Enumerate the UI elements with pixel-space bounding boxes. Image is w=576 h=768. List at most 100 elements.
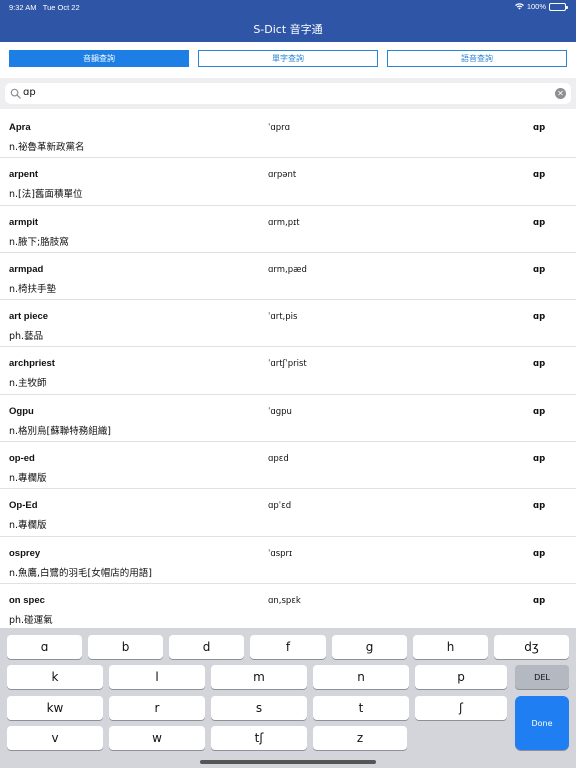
entry-word: Op-Ed: [9, 500, 38, 512]
key-m[interactable]: m: [211, 665, 307, 689]
entry-ipa: ɑrm,pæd: [268, 264, 307, 275]
battery-icon: [549, 2, 568, 11]
key-sh[interactable]: ʃ: [415, 696, 507, 720]
entry-match: ɑp: [533, 406, 546, 417]
key-d[interactable]: d: [169, 635, 244, 659]
home-indicator[interactable]: [200, 760, 376, 764]
delete-button[interactable]: DEL: [515, 665, 569, 689]
search-mode-tabs: 音韻查詢 單字查詢 語音查詢: [9, 50, 567, 67]
status-time-date: 9:32 AM Tue Oct 22: [9, 3, 80, 12]
entry-word: op-ed: [9, 453, 35, 465]
entry-word: armpit: [9, 216, 39, 228]
entry-ipa: ˈɑsprɪ: [268, 548, 293, 559]
app-header: 9:32 AM Tue Oct 22 100% S-Dict 音字通: [0, 0, 576, 42]
list-item[interactable]: art piece ˈɑrt,pis ɑp ph.藝品: [0, 300, 576, 348]
key-kw[interactable]: kw: [7, 696, 103, 720]
key-v[interactable]: v: [7, 726, 103, 750]
list-item[interactable]: on spec ɑn,spɛk ɑp ph.碰運氣: [0, 584, 576, 632]
entry-word: arpent: [9, 169, 39, 181]
entry-ipa: ɑpɛd: [268, 454, 289, 465]
entry-ipa: ɑrpənt: [268, 170, 297, 181]
entry-match: ɑp: [533, 170, 546, 181]
key-w[interactable]: w: [109, 726, 205, 750]
key-l[interactable]: l: [109, 665, 205, 689]
status-time: 9:32 AM: [9, 3, 37, 12]
entry-match: ɑp: [533, 359, 546, 370]
key-s[interactable]: s: [211, 696, 307, 720]
entry-match: ɑp: [533, 217, 546, 228]
entry-match: ɑp: [533, 454, 546, 465]
tab-word-search[interactable]: 單字查詢: [198, 50, 378, 67]
entry-word: Ogpu: [9, 405, 34, 417]
entry-word: archpriest: [9, 358, 55, 370]
entry-ipa: ˈɑrt,pis: [268, 312, 298, 323]
status-bar: 9:32 AM Tue Oct 22 100%: [0, 0, 576, 14]
list-item[interactable]: Apra ˈɑprɑ ɑp n.祕魯革新政黨名: [0, 111, 576, 159]
key-tsh[interactable]: tʃ: [211, 726, 307, 750]
key-g[interactable]: g: [332, 635, 407, 659]
key-z[interactable]: z: [313, 726, 407, 750]
entry-ipa: ɑpˈɛd: [268, 501, 292, 512]
phonetic-keyboard: ɑ b d f g h dʒ k l m n p DEL kw r s t ʃ …: [0, 628, 576, 768]
key-b[interactable]: b: [88, 635, 163, 659]
key-dzh[interactable]: dʒ: [494, 635, 569, 659]
entry-definition: n.椅扶手墊: [9, 283, 57, 295]
clear-search-icon[interactable]: ✕: [555, 88, 566, 99]
entry-ipa: ˈɑgpu: [268, 406, 292, 417]
entry-definition: n.格別烏[蘇聯特務組織]: [9, 425, 111, 437]
entry-match: ɑp: [533, 123, 546, 133]
entry-ipa: ˈɑprɑ: [268, 123, 291, 133]
key-r[interactable]: r: [109, 696, 205, 720]
entry-ipa: ɑrm,pɪt: [268, 217, 300, 228]
entry-definition: ph.碰運氣: [9, 614, 53, 626]
list-item[interactable]: Ogpu ˈɑgpu ɑp n.格別烏[蘇聯特務組織]: [0, 395, 576, 443]
done-button[interactable]: Done: [515, 696, 569, 750]
entry-definition: n.專欄版: [9, 473, 47, 485]
entry-match: ɑp: [533, 312, 546, 323]
wifi-icon: [514, 3, 524, 10]
list-item[interactable]: armpad ɑrm,pæd ɑp n.椅扶手墊: [0, 253, 576, 301]
list-item[interactable]: op-ed ɑpɛd ɑp n.專欄版: [0, 442, 576, 490]
key-n[interactable]: n: [313, 665, 409, 689]
entry-word: on spec: [9, 594, 45, 606]
entry-word: Apra: [9, 122, 31, 133]
battery-percent: 100%: [526, 2, 546, 11]
entry-definition: ph.藝品: [9, 331, 44, 343]
list-item[interactable]: armpit ɑrm,pɪt ɑp n.腋下;胳肢窩: [0, 206, 576, 253]
key-t[interactable]: t: [313, 696, 409, 720]
entry-word: armpad: [9, 263, 44, 275]
entry-match: ɑp: [533, 595, 546, 606]
key-k[interactable]: k: [7, 665, 103, 689]
status-right: 100%: [514, 2, 568, 11]
search-query: ɑp: [23, 87, 36, 98]
page-title: S-Dict 音字通: [253, 23, 323, 36]
entry-ipa: ɑn,spɛk: [268, 595, 301, 606]
entry-match: ɑp: [533, 548, 546, 559]
entry-definition: n.魚鷹,白鷺的羽毛[女帽店的用語]: [9, 567, 152, 579]
entry-definition: n.主牧師: [9, 378, 47, 390]
entry-word: art piece: [9, 311, 49, 323]
entry-definition: n.專欄版: [9, 520, 47, 532]
key-f[interactable]: f: [250, 635, 326, 659]
entry-definition: n.[法]舊面積單位: [9, 189, 83, 201]
entry-match: ɑp: [533, 501, 546, 512]
entry-definition: n.腋下;胳肢窩: [9, 236, 69, 248]
search-input[interactable]: ɑp ✕: [5, 83, 571, 104]
list-item[interactable]: osprey ˈɑsprɪ ɑp n.魚鷹,白鷺的羽毛[女帽店的用語]: [0, 537, 576, 584]
status-date: Tue Oct 22: [42, 3, 80, 12]
list-item[interactable]: arpent ɑrpənt ɑp n.[法]舊面積單位: [0, 158, 576, 206]
key-a[interactable]: ɑ: [7, 635, 82, 659]
entry-word: osprey: [9, 547, 41, 559]
results-list: Apra ˈɑprɑ ɑp n.祕魯革新政黨名 arpent ɑrpənt ɑp…: [0, 111, 576, 632]
entry-match: ɑp: [533, 264, 546, 275]
key-h[interactable]: h: [413, 635, 488, 659]
search-bar: ɑp ✕: [0, 78, 576, 109]
tab-voice-search[interactable]: 語音查詢: [387, 50, 567, 67]
entry-ipa: ˈɑrtʃˈprist: [268, 359, 307, 370]
entry-definition: n.祕魯革新政黨名: [9, 142, 85, 153]
list-item[interactable]: archpriest ˈɑrtʃˈprist ɑp n.主牧師: [0, 347, 576, 395]
key-p[interactable]: p: [415, 665, 507, 689]
list-item[interactable]: Op-Ed ɑpˈɛd ɑp n.專欄版: [0, 489, 576, 537]
tab-phoneme-search[interactable]: 音韻查詢: [9, 50, 189, 67]
search-icon: [10, 88, 21, 99]
